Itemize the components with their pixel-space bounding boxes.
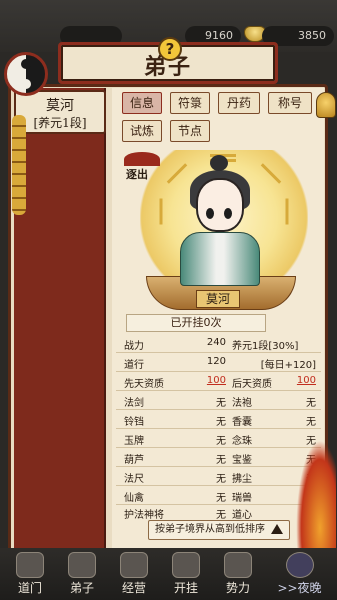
tab-trial[interactable]: 试炼	[122, 120, 162, 142]
tab-talisman[interactable]: 符箓	[170, 92, 210, 114]
stat-key: 道行	[124, 360, 144, 371]
equip-slot: 法袍	[232, 398, 252, 409]
character-eye-right	[224, 208, 232, 219]
table-row: 道行 120 [每日+120]	[116, 353, 321, 372]
equip-value: 无	[216, 436, 226, 447]
aptitude-link[interactable]: 100	[256, 375, 316, 386]
stat-key: 养元1段[30%]	[232, 341, 299, 352]
bell-icon[interactable]	[316, 92, 336, 118]
equip-slot: 香囊	[232, 417, 252, 428]
sort-button[interactable]: 按弟子境界从高到低排序	[148, 520, 290, 540]
nav-item-night[interactable]: >>夜晚	[262, 548, 337, 600]
stat-value: [每日+120]	[260, 360, 316, 371]
character-robe	[180, 232, 260, 286]
equip-value: 无	[216, 493, 226, 504]
nav-item-faction[interactable]: 势力	[208, 548, 268, 600]
stat-key: 战力	[124, 341, 144, 352]
nav-item-manage[interactable]: 经营	[104, 548, 164, 600]
table-row[interactable]: 法剑 无 法袍 无	[116, 391, 321, 410]
nav-label: >>夜晚	[277, 581, 322, 595]
bottom-nav: 道门 弟子 经营 开挂 势力 >>夜晚	[0, 548, 337, 600]
stat-value: 120	[206, 356, 226, 367]
character-eye-left	[206, 208, 214, 219]
table-row: 先天资质 100 后天资质 100	[116, 372, 321, 391]
table-row[interactable]: 玉牌 无 念珠 无	[116, 429, 321, 448]
disciple-rank: [养元1段]	[33, 116, 87, 130]
temple-icon	[16, 552, 44, 578]
stat-key: 先天资质	[124, 379, 164, 390]
equip-value: 无	[306, 417, 316, 428]
table-row[interactable]: 法尺 无 拂尘 无	[116, 467, 321, 486]
equip-slot: 念珠	[232, 436, 252, 447]
equip-slot: 护法神将	[124, 510, 164, 521]
nav-item-disciple[interactable]: 弟子	[52, 548, 112, 600]
nav-label: 势力	[225, 581, 250, 595]
shop-icon	[120, 552, 148, 578]
equip-value: 无	[216, 474, 226, 485]
coin-chain-decoration	[12, 115, 26, 215]
equip-slot: 宝鉴	[232, 455, 252, 466]
disciple-icon	[68, 552, 96, 578]
yin-yang-icon	[4, 52, 48, 96]
sort-label: 按弟子境界从高到低排序	[155, 524, 265, 535]
help-button[interactable]: ?	[158, 37, 182, 61]
nav-label: 经营	[121, 581, 146, 595]
equip-slot: 仙禽	[124, 493, 144, 504]
faction-icon	[224, 552, 252, 578]
night-moon-icon	[286, 552, 314, 578]
equip-value: 无	[216, 455, 226, 466]
equip-value: 无	[216, 417, 226, 428]
equip-slot: 葫芦	[124, 455, 144, 466]
equip-value: 无	[306, 398, 316, 409]
triangle-up-icon	[271, 524, 283, 534]
character-face	[196, 178, 244, 232]
nav-label: 弟子	[69, 581, 94, 595]
expel-button[interactable]: 逐出	[126, 166, 164, 184]
equip-value: 无	[216, 398, 226, 409]
equip-slot: 铃铛	[124, 417, 144, 428]
afk-status-bar: 已开挂0次	[126, 314, 266, 332]
portrait-name-plaque: 莫河	[196, 290, 240, 308]
nav-label: 开挂	[173, 581, 198, 595]
tab-node[interactable]: 节点	[170, 120, 210, 142]
expel-swirl-icon[interactable]	[124, 152, 160, 166]
table-row[interactable]: 铃铛 无 香囊 无	[116, 410, 321, 429]
equip-value: 无	[216, 510, 226, 521]
boost-icon	[172, 552, 200, 578]
aptitude-link[interactable]: 100	[178, 375, 226, 386]
nav-item-temple[interactable]: 道门	[0, 548, 60, 600]
equip-slot: 法剑	[124, 398, 144, 409]
table-row: 战力 240 养元1段[30%]	[116, 334, 321, 353]
disciple-list-item[interactable]: 莫河 [养元1段]	[14, 90, 106, 134]
equip-slot: 瑞兽	[232, 493, 252, 504]
disciple-list[interactable]	[14, 88, 106, 550]
nav-label: 道门	[17, 581, 42, 595]
flame-decoration	[296, 440, 336, 550]
nav-item-boost[interactable]: 开挂	[156, 548, 216, 600]
equip-slot: 玉牌	[124, 436, 144, 447]
equip-slot: 法尺	[124, 474, 144, 485]
tab-elixir[interactable]: 丹药	[218, 92, 260, 114]
table-row[interactable]: 葫芦 无 宝鉴 无	[116, 448, 321, 467]
tab-title[interactable]: 称号	[268, 92, 312, 114]
equip-slot: 拂尘	[232, 474, 252, 485]
equip-slot: 道心	[232, 510, 252, 521]
tab-info[interactable]: 信息	[122, 92, 162, 114]
disciple-name: 莫河	[46, 98, 74, 114]
stat-value: 240	[206, 337, 226, 348]
character-hair-bun	[210, 155, 228, 171]
